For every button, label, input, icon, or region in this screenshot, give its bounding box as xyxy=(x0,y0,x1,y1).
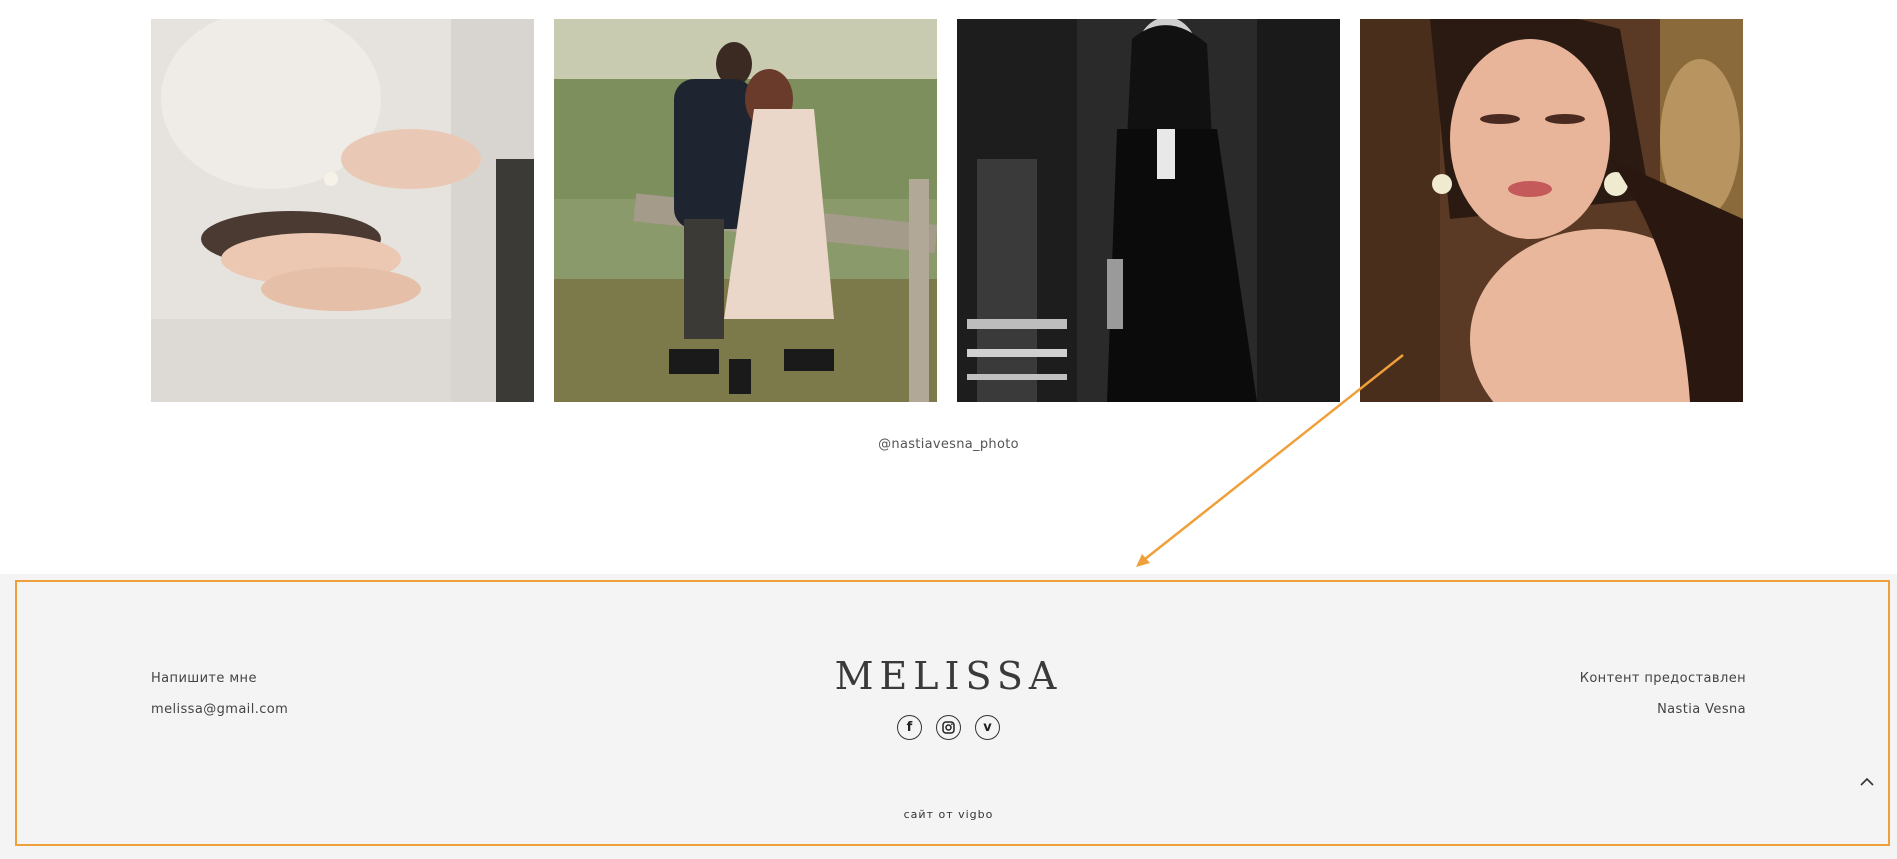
instagram-photo-3[interactable] xyxy=(957,19,1340,402)
woman-black-dress-image xyxy=(957,19,1340,402)
content-label: Контент предоставлен xyxy=(1579,671,1746,686)
footer-content-credit: Контент предоставлен Nastia Vesna xyxy=(1580,668,1746,730)
instagram-photo-1[interactable] xyxy=(151,19,534,402)
hands-embrace-image xyxy=(151,19,534,402)
couple-in-field-image xyxy=(554,19,937,402)
content-author: Nastia Vesna xyxy=(1657,702,1746,717)
instagram-photo-grid xyxy=(151,19,1746,402)
page: @nastiavesna_photo Напишите мне melissa@… xyxy=(0,0,1897,859)
scroll-to-top-icon[interactable] xyxy=(1858,773,1876,791)
instagram-icon[interactable] xyxy=(936,715,961,740)
instagram-handle-link[interactable]: @nastiavesna_photo xyxy=(0,437,1897,452)
instagram-photo-2[interactable] xyxy=(554,19,937,402)
site-credit-link[interactable]: сайт от vigbo xyxy=(0,808,1897,821)
instagram-glyph xyxy=(942,721,955,734)
vimeo-icon[interactable]: v xyxy=(975,715,1000,740)
woman-earrings-portrait-image xyxy=(1360,19,1743,402)
facebook-icon[interactable]: f xyxy=(897,715,922,740)
instagram-photo-4[interactable] xyxy=(1360,19,1743,402)
